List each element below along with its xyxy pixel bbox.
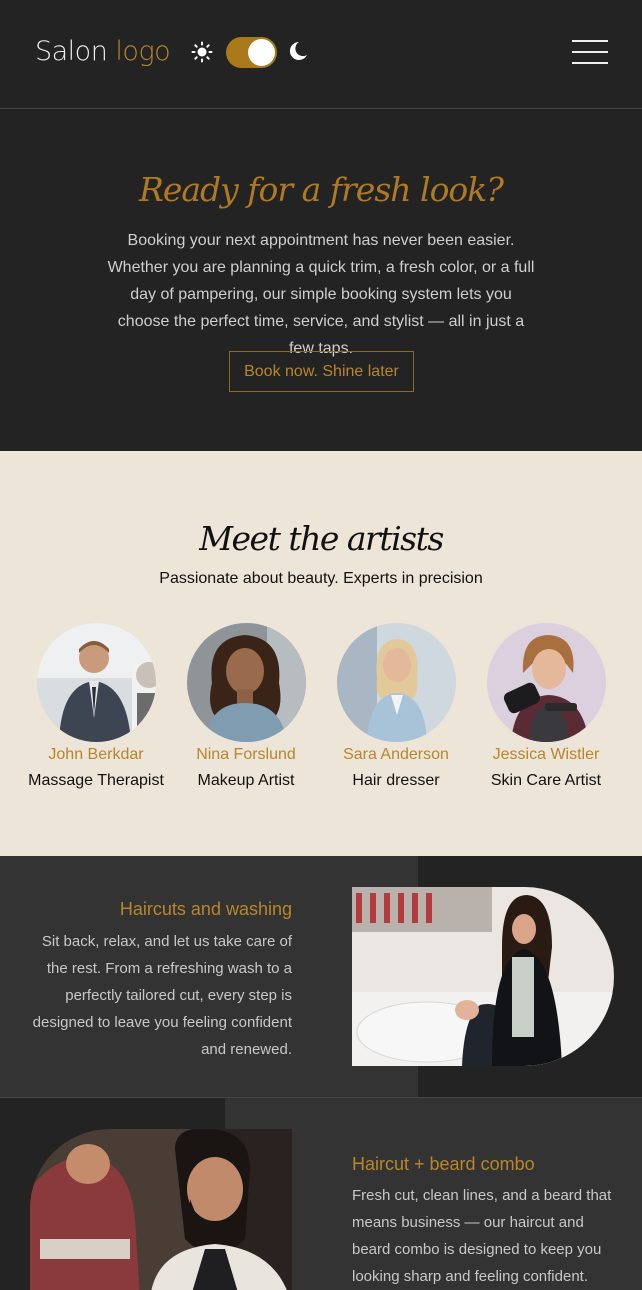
service-haircut-beard: Haircut + beard combo Fresh cut, clean l…	[0, 1097, 642, 1290]
artist-photo	[36, 623, 156, 742]
artist-card[interactable]: Nina Forslund Makeup Artist	[171, 623, 321, 790]
hero-title: Ready for a fresh look?	[139, 170, 504, 209]
artist-card[interactable]: John Berkdar Massage Therapist	[21, 623, 171, 790]
artist-role: Hair dresser	[352, 772, 440, 789]
menu-icon[interactable]	[572, 40, 608, 65]
theme-toggle[interactable]	[226, 37, 277, 68]
service-description: Fresh cut, clean lines, and a beard that…	[352, 1187, 612, 1285]
artist-photo	[336, 623, 456, 742]
toggle-knob	[248, 39, 275, 66]
artist-role: Skin Care Artist	[490, 772, 602, 789]
artists-subtitle: Passionate about beauty. Experts in prec…	[159, 570, 483, 587]
hero-text: Booking your next appointment has never …	[107, 232, 535, 357]
artists-section: Meet the artists Passionate about beauty…	[0, 451, 642, 856]
site-header: Salon logo	[0, 0, 642, 109]
service-description: Sit back, relax, and let us take care of…	[32, 933, 292, 1058]
service-title: Haircut + beard combo	[352, 1154, 535, 1174]
artist-name[interactable]: Jessica Wistler	[471, 746, 621, 764]
site-logo[interactable]: Salon logo	[35, 36, 171, 67]
artist-name[interactable]: Nina Forslund	[171, 746, 321, 764]
hero-section: Ready for a fresh look? Booking your nex…	[0, 110, 642, 451]
artist-card[interactable]: Sara Anderson Hair dresser	[321, 623, 471, 790]
artist-name[interactable]: John Berkdar	[21, 746, 171, 764]
menu-bar-middle	[572, 51, 608, 53]
moon-icon[interactable]	[287, 40, 309, 62]
artist-name[interactable]: Sara Anderson	[321, 746, 471, 764]
service-title: Haircuts and washing	[119, 899, 292, 919]
book-now-button[interactable]: Book now. Shine later	[229, 351, 414, 392]
service-image	[30, 1129, 292, 1290]
artist-card[interactable]: Jessica Wistler Skin Care Artist	[471, 623, 621, 790]
service-image	[352, 887, 614, 1066]
artists-title: Meet the artists	[199, 519, 444, 558]
menu-bar-bottom	[572, 62, 608, 64]
logo-word-logo: logo	[115, 36, 171, 67]
service-haircuts-washing: Haircuts and washing Sit back, relax, an…	[0, 856, 642, 1097]
sun-icon[interactable]	[191, 41, 213, 63]
artist-photo	[186, 623, 306, 742]
artist-role: Makeup Artist	[197, 772, 295, 789]
artist-photo	[486, 623, 606, 742]
artist-role: Massage Therapist	[28, 772, 164, 789]
menu-bar-top	[572, 40, 608, 42]
logo-word-salon: Salon	[35, 36, 108, 67]
